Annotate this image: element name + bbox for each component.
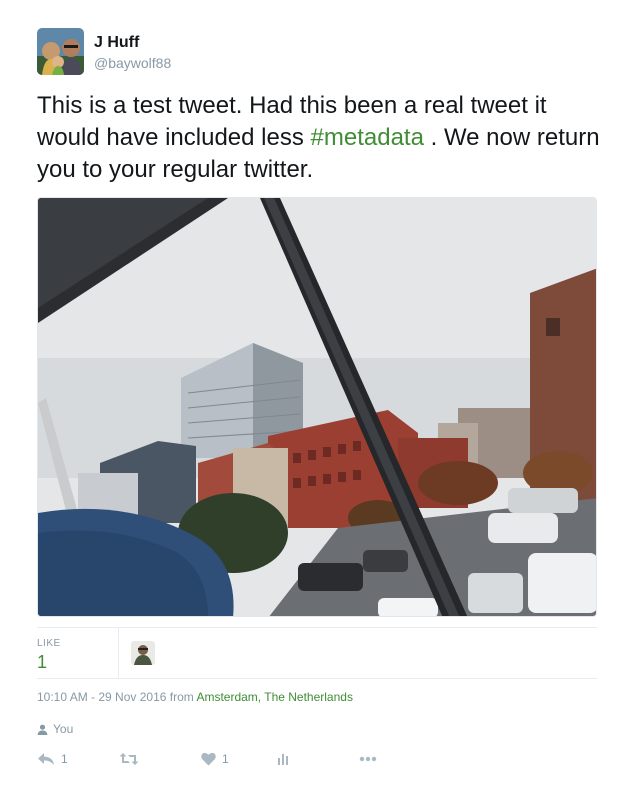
more-icon <box>359 756 377 762</box>
you-liked-row: You <box>37 722 73 736</box>
tweet-timestamp[interactable]: 10:10 AM - 29 Nov 2016 <box>37 690 166 704</box>
display-name[interactable]: J Huff <box>94 34 171 52</box>
user-names: J Huff @baywolf88 <box>94 34 171 72</box>
tweet-location[interactable]: Amsterdam, The Netherlands <box>196 690 353 704</box>
likes-stat[interactable]: LIKE 1 <box>37 628 119 678</box>
tweet-header: J Huff @baywolf88 <box>37 28 171 78</box>
reply-count: 1 <box>61 752 68 766</box>
tweet-text: This is a test tweet. Had this been a re… <box>37 90 607 186</box>
avatar[interactable] <box>37 28 84 75</box>
you-label[interactable]: You <box>53 722 73 736</box>
retweet-button[interactable] <box>119 748 139 770</box>
analytics-button[interactable] <box>277 748 291 770</box>
tweet-photo[interactable] <box>37 197 597 617</box>
retweet-icon <box>119 753 139 765</box>
analytics-icon <box>278 754 288 765</box>
reply-icon <box>38 753 54 765</box>
liker-avatar[interactable] <box>131 641 155 665</box>
heart-icon <box>201 752 216 766</box>
reply-button[interactable]: 1 <box>37 748 68 770</box>
more-button[interactable] <box>359 748 377 770</box>
like-button[interactable]: 1 <box>201 748 229 770</box>
likes-count: 1 <box>37 652 48 672</box>
tweet-stats: LIKE 1 <box>37 627 597 679</box>
person-icon <box>37 724 48 735</box>
tweet-actions: 1 1 <box>37 748 397 770</box>
tweet-metadata: 10:10 AM - 29 Nov 2016 from Amsterdam, T… <box>37 690 353 704</box>
hashtag-link[interactable]: #metadata <box>311 124 424 151</box>
like-count: 1 <box>222 752 229 766</box>
tweet-detail: J Huff @baywolf88 This is a test tweet. … <box>0 0 634 796</box>
user-handle[interactable]: @baywolf88 <box>94 54 171 72</box>
likes-label: LIKE <box>37 638 61 649</box>
meta-from-word: from <box>166 690 197 704</box>
